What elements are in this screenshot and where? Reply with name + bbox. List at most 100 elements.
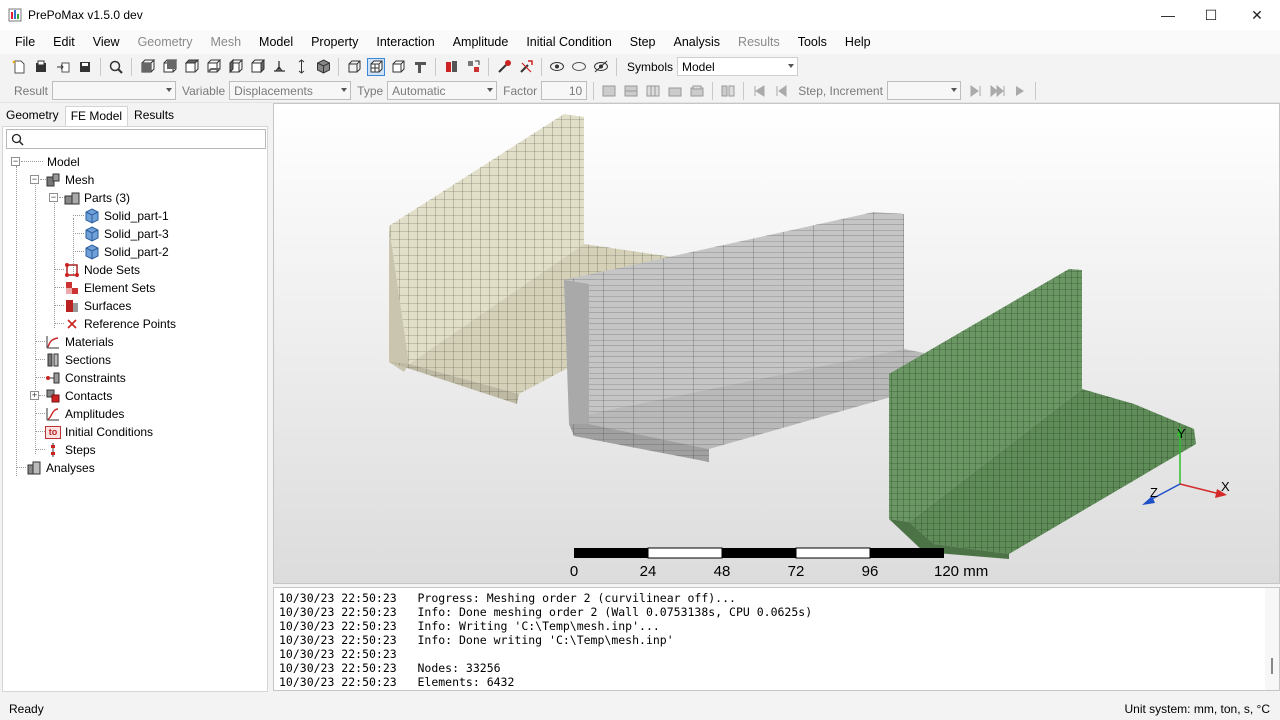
view-right-icon[interactable] <box>248 58 266 76</box>
show-element-edges-icon[interactable] <box>367 57 385 76</box>
tree-node-label: Node Sets <box>84 263 141 277</box>
type-label: Type <box>357 83 384 98</box>
import-icon[interactable] <box>54 58 72 76</box>
tree-node-element-sets[interactable]: Element Sets <box>64 279 155 297</box>
menu-initial-condition[interactable]: Initial Condition <box>517 35 620 49</box>
toolbar-separator <box>616 57 617 76</box>
tree-node-contacts[interactable]: Contacts <box>45 387 112 405</box>
tree-search-field[interactable] <box>6 129 266 149</box>
menu-step[interactable]: Step <box>621 35 665 49</box>
new-file-icon[interactable] <box>10 58 28 76</box>
step-increment-select[interactable] <box>886 81 961 100</box>
tree-node-part[interactable]: Solid_part-2 <box>84 243 169 261</box>
tree-node-mesh[interactable]: Mesh <box>45 171 94 189</box>
tree-node-initial-conditions[interactable]: to Initial Conditions <box>45 423 153 441</box>
show-all-eye-icon[interactable] <box>548 58 566 76</box>
tree-node-part[interactable]: Solid_part-3 <box>84 225 169 243</box>
variable-select[interactable]: Displacements <box>229 81 352 100</box>
tree-node-steps[interactable]: Steps <box>45 441 96 459</box>
view-normal-icon[interactable] <box>270 58 288 76</box>
hide-eye-icon[interactable] <box>570 58 588 76</box>
initial-conditions-icon-text: to <box>48 427 58 437</box>
collapse-parts-button[interactable]: − <box>49 193 58 202</box>
output-log[interactable]: 10/30/23 22:50:23 Progress: Meshing orde… <box>273 587 1280 691</box>
tree-node-constraints[interactable]: Constraints <box>45 369 126 387</box>
tree-node-surfaces[interactable]: Surfaces <box>64 297 131 315</box>
menu-property[interactable]: Property <box>302 35 367 49</box>
search-icon <box>11 133 24 146</box>
amplitudes-icon <box>45 406 61 422</box>
zoom-to-fit-icon[interactable] <box>107 58 125 76</box>
collapse-model-button[interactable]: − <box>11 157 20 166</box>
toolbar-separator <box>435 57 436 76</box>
solid-part-icon <box>84 208 100 224</box>
scrollbar-thumb[interactable] <box>1271 658 1273 674</box>
tab-results[interactable]: Results <box>128 105 180 126</box>
surfaces-icon <box>64 298 80 314</box>
model-tree-tabs: Geometry FE Model Results <box>0 106 270 126</box>
tree-node-amplitudes[interactable]: Amplitudes <box>45 405 124 423</box>
menu-amplitude[interactable]: Amplitude <box>444 35 518 49</box>
tree-node-parts[interactable]: Parts (3) <box>64 189 130 207</box>
tree-node-node-sets[interactable]: Node Sets <box>64 261 140 279</box>
result-select[interactable] <box>52 81 177 100</box>
minimize-button[interactable]: — <box>1145 0 1191 30</box>
compare-icon <box>719 82 737 100</box>
show-model-edges-icon[interactable] <box>389 58 407 76</box>
log-scrollbar[interactable] <box>1265 588 1279 690</box>
tree-node-analyses[interactable]: Analyses <box>26 459 95 477</box>
menu-help[interactable]: Help <box>836 35 880 49</box>
remove-annotations-icon[interactable] <box>517 58 535 76</box>
show-wireframe-edges-icon[interactable] <box>345 58 363 76</box>
menu-file[interactable]: File <box>6 35 44 49</box>
factor-input[interactable]: 10 <box>541 81 588 100</box>
menu-interaction[interactable]: Interaction <box>367 35 443 49</box>
scale-label: 96 <box>862 563 879 580</box>
tab-fe-model[interactable]: FE Model <box>64 106 129 126</box>
collapse-mesh-button[interactable]: − <box>30 175 39 184</box>
type-select[interactable]: Automatic <box>387 81 498 100</box>
section-view-icon[interactable] <box>411 58 429 76</box>
save-icon[interactable] <box>76 58 94 76</box>
close-button[interactable]: ✕ <box>1234 0 1280 30</box>
tree-guide-line <box>54 323 64 324</box>
deformed-solid-icon <box>666 82 684 100</box>
graphics-viewport[interactable]: 0 24 48 72 96 120 mm Y X Z <box>273 103 1280 584</box>
expand-contacts-button[interactable]: + <box>30 391 39 400</box>
tree-node-reference-points[interactable]: Reference Points <box>64 315 176 333</box>
explode-icon[interactable] <box>442 58 460 76</box>
z-axis-label: Z <box>1150 485 1158 500</box>
vertical-axis-icon[interactable] <box>292 58 310 76</box>
first-increment-icon <box>750 82 768 100</box>
view-top-icon[interactable] <box>182 58 200 76</box>
menu-edit[interactable]: Edit <box>44 35 84 49</box>
tree-node-sections[interactable]: Sections <box>45 351 111 369</box>
status-text: Ready <box>9 701 44 716</box>
view-left-icon[interactable] <box>226 58 244 76</box>
tree-node-model[interactable]: Model <box>47 153 80 171</box>
view-front-icon[interactable] <box>138 58 156 76</box>
tab-geometry[interactable]: Geometry <box>0 105 65 126</box>
menu-model[interactable]: Model <box>250 35 302 49</box>
invert-visibility-icon[interactable] <box>592 58 610 76</box>
menu-geometry: Geometry <box>137 35 193 49</box>
menu-analysis[interactable]: Analysis <box>665 35 730 49</box>
menu-tools[interactable]: Tools <box>789 35 836 49</box>
open-file-icon[interactable] <box>32 58 50 76</box>
symbols-select[interactable]: Model <box>677 57 799 76</box>
view-back-icon[interactable] <box>160 58 178 76</box>
tree-guide-line <box>35 359 45 360</box>
isometric-view-icon[interactable] <box>314 58 332 76</box>
tree-node-part[interactable]: Solid_part-1 <box>84 207 169 225</box>
mesh-icon <box>45 172 61 188</box>
query-icon[interactable] <box>495 58 513 76</box>
log-line: 10/30/23 22:50:23 <box>279 647 397 661</box>
tree-guide-line <box>35 377 45 378</box>
log-line: 10/30/23 22:50:23 Nodes: 33256 <box>279 661 501 675</box>
tree-node-materials[interactable]: Materials <box>45 333 114 351</box>
parts-icon <box>64 190 80 206</box>
menu-view[interactable]: View <box>84 35 129 49</box>
maximize-button[interactable]: ☐ <box>1188 0 1234 30</box>
view-bottom-icon[interactable] <box>204 58 222 76</box>
transform-icon[interactable] <box>464 58 482 76</box>
